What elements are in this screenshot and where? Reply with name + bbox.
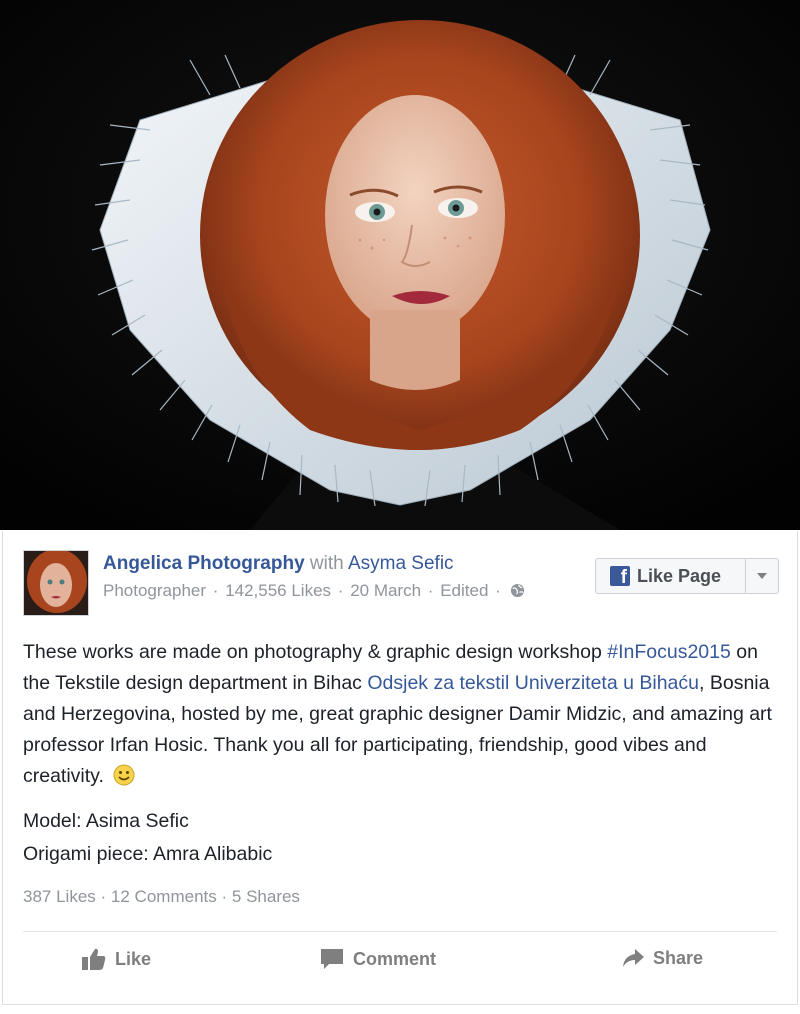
meta-separator: · [427,581,434,600]
like-page-button[interactable]: f Like Page [596,559,746,593]
comments-count-link[interactable]: 12 Comments [111,887,217,906]
action-divider [23,931,777,932]
with-label: with [309,553,344,574]
hashtag-link[interactable]: #InFocus2015 [607,641,731,663]
post-actions: Like Comment Share [3,947,799,987]
post-header: Angelica Photography with Asyma Sefic Ph… [23,550,779,618]
smile-emoji-icon [113,764,135,796]
like-button[interactable]: Like [81,947,151,971]
globe-icon[interactable] [510,582,525,604]
like-page-button-group: f Like Page [595,558,779,594]
portrait-image [0,0,800,530]
comment-label: Comment [353,948,437,969]
stats-separator: · [221,887,228,906]
post-credits: Model: Asima Sefic Origami piece: Amra A… [23,805,272,871]
facebook-f-icon: f [610,566,630,588]
post-body: These works are made on photography & gr… [23,637,783,796]
share-button[interactable]: Share [621,947,703,969]
post-text-segment: These works are made on photography & gr… [23,641,608,663]
post-date-link[interactable]: 20 March [350,581,421,600]
chevron-down-icon [757,573,767,579]
shares-count-link[interactable]: 5 Shares [232,887,300,906]
avatar[interactable] [23,550,89,616]
meta-separator: · [495,581,501,600]
page-likes-count: 142,556 Likes [225,581,332,600]
stats-separator: · [100,887,107,906]
page-category: Photographer [103,581,207,600]
like-page-dropdown[interactable] [746,559,778,593]
comment-bubble-icon [321,949,343,969]
entity-link[interactable]: Odsjek za tekstil Univerziteta u Bihaću [367,672,699,694]
post-card: Angelica Photography with Asyma Sefic Ph… [2,531,798,1005]
share-arrow-icon [623,949,644,967]
tagged-person-link[interactable]: Asyma Sefic [348,553,454,574]
like-label: Like [115,948,152,969]
like-page-label: Like Page [637,565,722,586]
meta-separator: · [212,581,219,600]
post-stats: 387 Likes · 12 Comments · 5 Shares [23,887,300,907]
thumbs-up-icon [82,948,106,970]
post-photo[interactable] [0,0,800,530]
meta-separator: · [337,581,344,600]
post-author-line: Angelica Photography with Asyma Sefic [103,552,454,576]
likes-count-link[interactable]: 387 Likes [23,887,96,906]
edited-link[interactable]: Edited [440,581,488,600]
post-meta: Photographer · 142,556 Likes · 20 March … [103,580,525,604]
origami-credit: Origami piece: Amra Alibabic [23,843,273,865]
model-credit: Model: Asima Sefic [23,810,189,832]
page-name-link[interactable]: Angelica Photography [103,553,305,574]
share-label: Share [653,947,704,968]
comment-button[interactable]: Comment [319,947,436,971]
